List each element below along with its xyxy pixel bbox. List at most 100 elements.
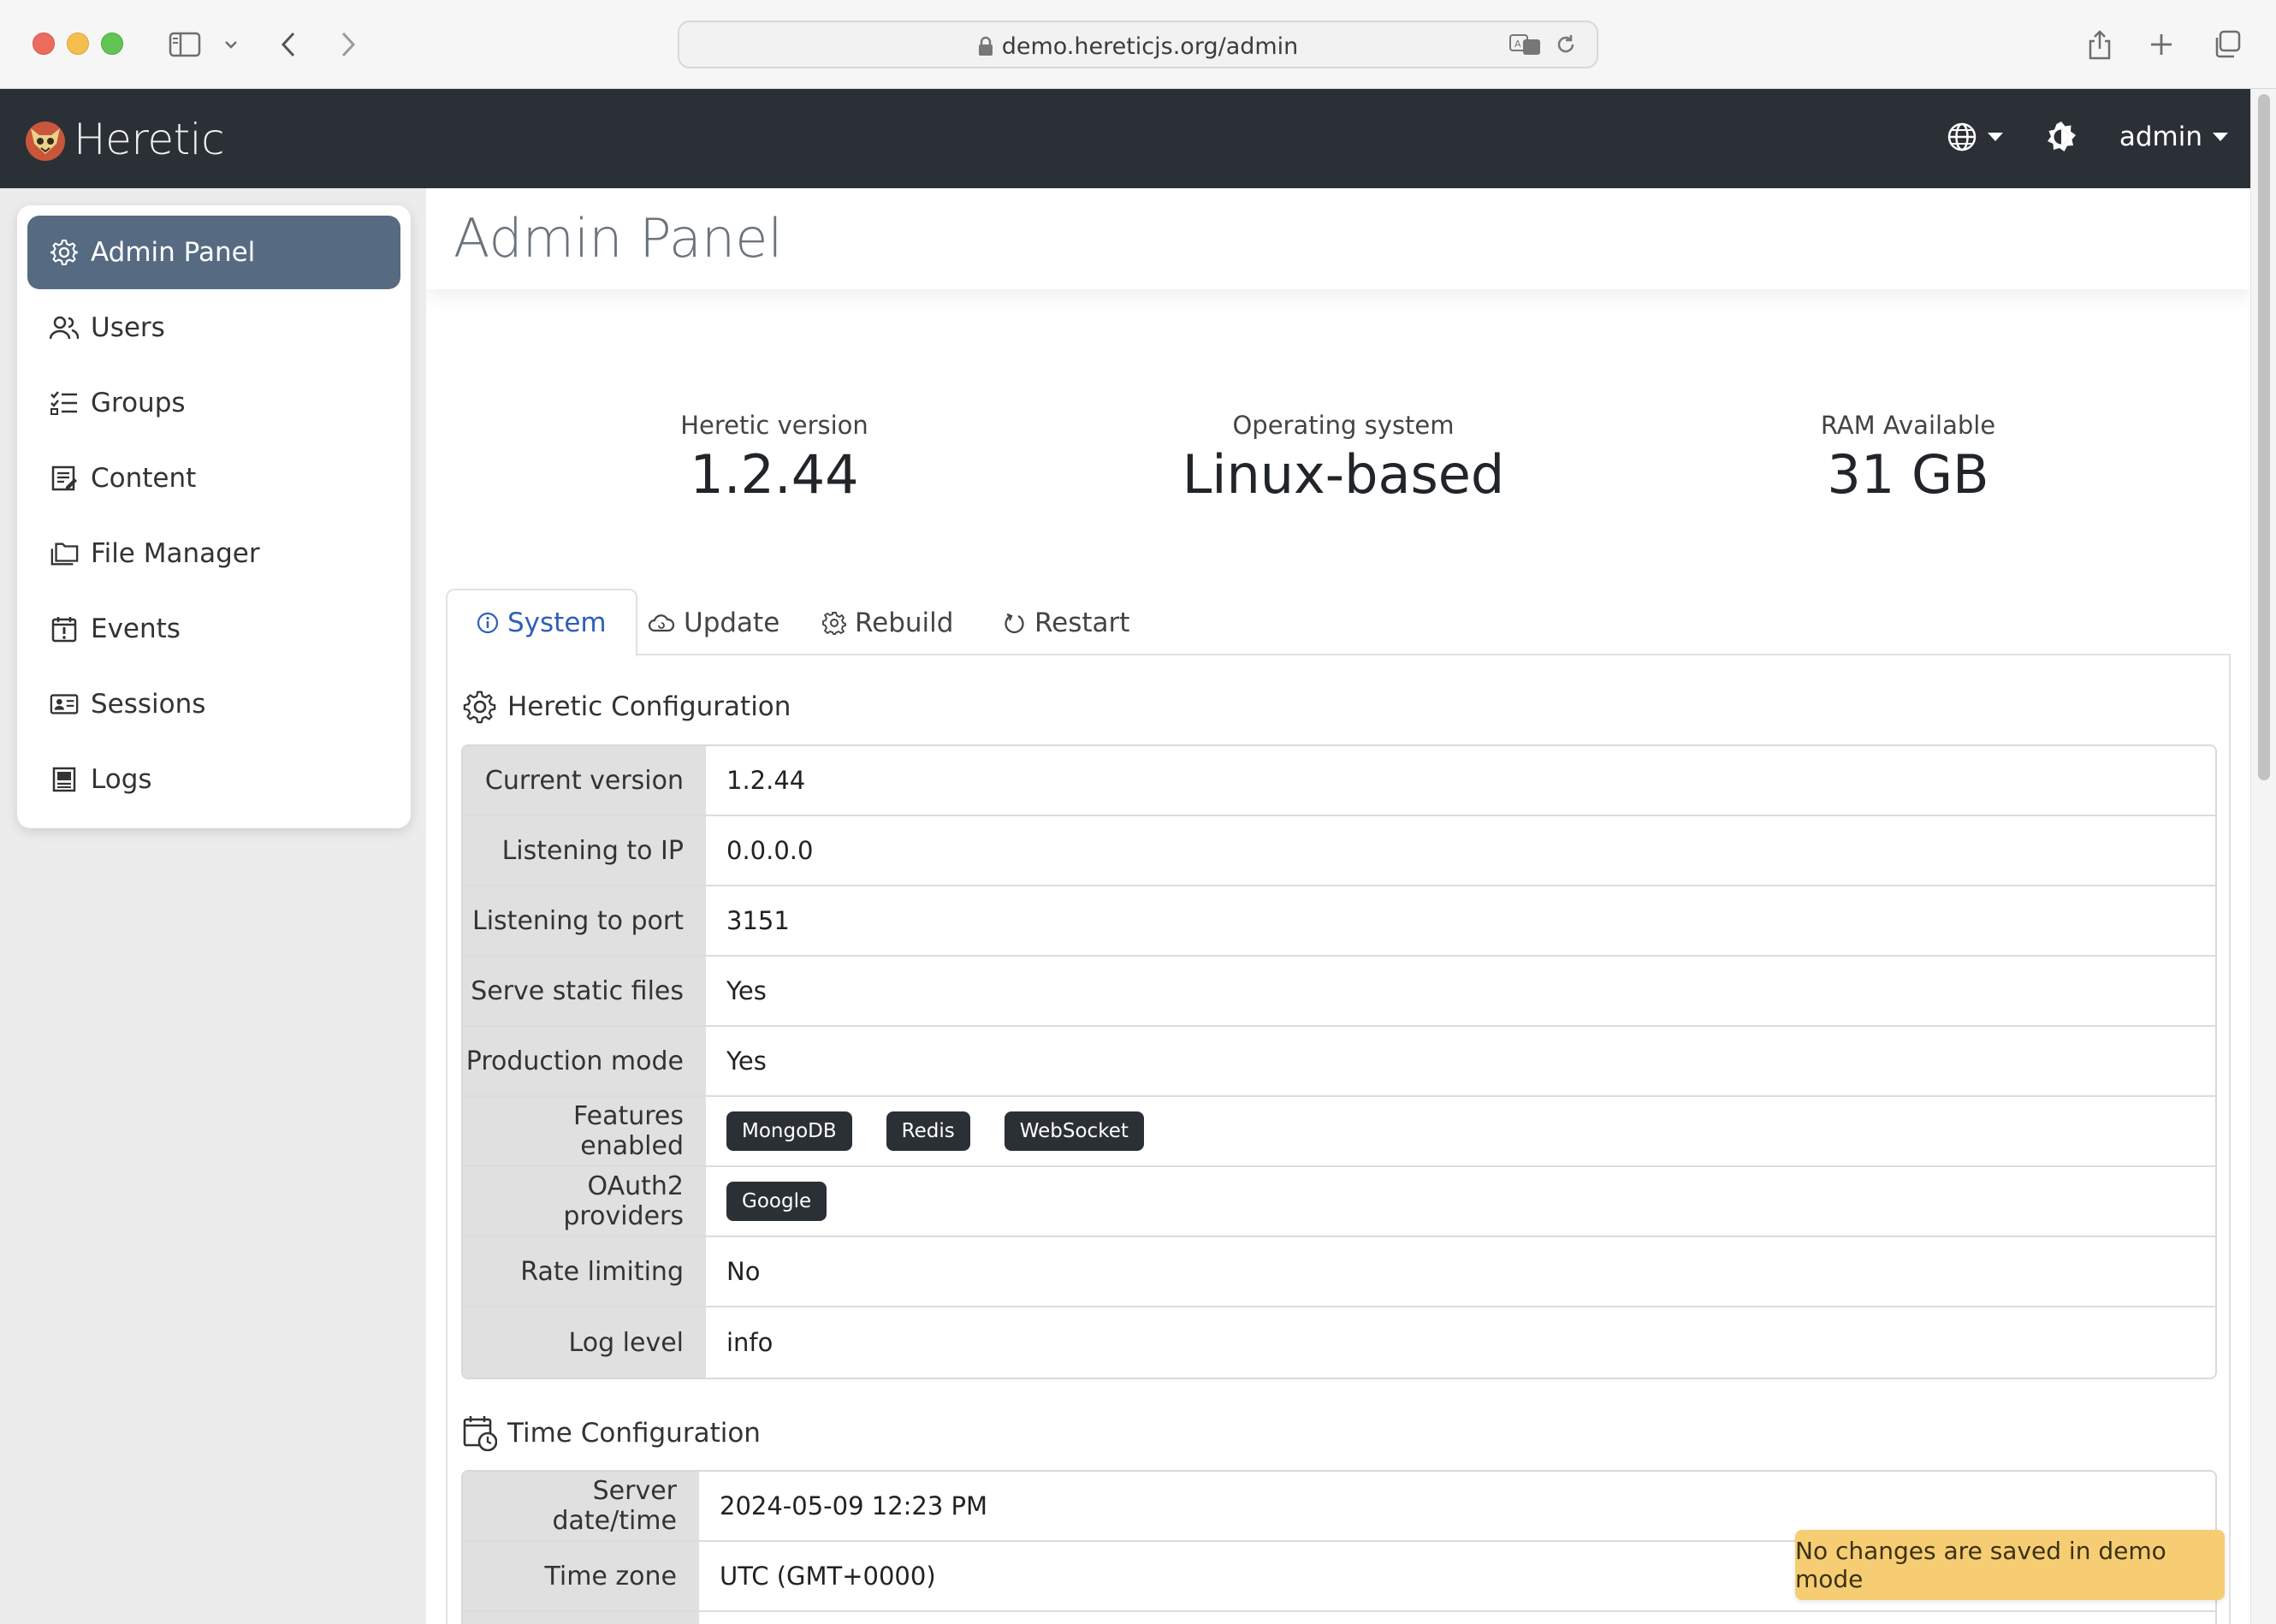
stat-value: Linux-based (1182, 443, 1505, 506)
table-row: Log level info (463, 1307, 2215, 1378)
users-icon (50, 313, 79, 342)
config-value-text: 3151 (726, 906, 790, 935)
share-icon[interactable] (2084, 26, 2115, 63)
close-window-button[interactable] (33, 33, 55, 55)
tab-label: Update (684, 608, 780, 638)
config-value: info (706, 1307, 2215, 1378)
config-value-text: Yes (726, 1046, 767, 1076)
scrollbar-thumb[interactable] (2258, 94, 2270, 780)
config-value: Google (706, 1167, 2215, 1236)
config-value-text: 2024-05-09 12:23 PM (720, 1491, 988, 1520)
reload-icon[interactable] (1554, 33, 1578, 60)
config-key: Server date/time (463, 1472, 699, 1540)
user-menu-dropdown[interactable]: admin (2119, 122, 2228, 152)
stat-value: 31 GB (1827, 443, 1989, 506)
sidebar-item-logs[interactable]: Logs (27, 743, 400, 816)
chevron-down-icon (2213, 133, 2228, 141)
sidebar: Admin Panel Users Groups Content File Ma… (0, 188, 426, 1624)
feature-badge-websocket: WebSocket (1004, 1111, 1144, 1151)
config-value: Yes (706, 957, 2215, 1025)
minimize-window-button[interactable] (67, 33, 89, 55)
table-row: Serve static files Yes (463, 957, 2215, 1027)
tab-update[interactable]: Update (648, 589, 779, 657)
heretic-config-table: Current version 1.2.44 Listening to IP 0… (461, 744, 2217, 1379)
main-content: Admin Panel Heretic version 1.2.44 Opera… (426, 188, 2250, 1624)
info-icon (477, 612, 499, 634)
address-bar[interactable]: demo.hereticjs.org/admin A (678, 21, 1598, 68)
config-key: Log level (463, 1307, 706, 1378)
sidebar-item-content[interactable]: Content (27, 442, 400, 515)
page-title: Admin Panel (453, 207, 783, 270)
tab-overview-icon[interactable] (2211, 26, 2243, 63)
brand-link[interactable]: Heretic (24, 115, 225, 164)
svg-text:A: A (1514, 39, 1521, 50)
table-row: Listening to IP 0.0.0.0 (463, 816, 2215, 886)
theme-toggle[interactable] (2044, 120, 2078, 154)
sidebar-item-sessions[interactable]: Sessions (27, 667, 400, 741)
chevron-down-icon[interactable] (219, 26, 243, 63)
fullscreen-window-button[interactable] (101, 33, 123, 55)
page-scrollbar[interactable] (2250, 89, 2276, 1624)
sidebar-item-label: Logs (91, 764, 152, 795)
list-check-icon (50, 388, 79, 418)
config-value-text: Yes (726, 976, 767, 1005)
config-value-text: UTC (GMT+0000) (720, 1562, 936, 1591)
demo-mode-toast: No changes are saved in demo mode (1795, 1530, 2225, 1600)
gear-icon (50, 238, 79, 267)
table-row: Current version 1.2.44 (463, 746, 2215, 816)
feature-badge-redis: Redis (886, 1111, 970, 1151)
config-value: 1.2.44 (706, 746, 2215, 815)
config-value-text: No (726, 1257, 761, 1286)
feature-badge-mongodb: MongoDB (726, 1111, 852, 1151)
browser-toolbar: demo.hereticjs.org/admin A (0, 0, 2276, 89)
stat-label: Operating system (1232, 411, 1455, 440)
config-value (699, 1612, 2215, 1624)
config-value: 3151 (706, 886, 2215, 955)
sidebar-item-file-manager[interactable]: File Manager (27, 517, 400, 590)
config-value: Yes (706, 1027, 2215, 1095)
language-dropdown[interactable] (1947, 122, 2003, 152)
gear-icon (463, 690, 496, 724)
table-row: Features enabled MongoDB Redis WebSocket (463, 1097, 2215, 1167)
sidebar-item-groups[interactable]: Groups (27, 366, 400, 440)
sidebar-item-label: Events (91, 613, 181, 644)
tab-pane-system: Heretic Configuration Current version 1.… (446, 655, 2231, 1624)
page-header: Admin Panel (426, 188, 2250, 289)
translate-icon[interactable]: A (1509, 33, 1542, 60)
tab-label: System (507, 608, 607, 638)
sidebar-item-admin-panel[interactable]: Admin Panel (27, 216, 400, 289)
new-tab-icon[interactable] (2146, 26, 2177, 63)
tab-system[interactable]: System (446, 589, 637, 657)
sidebar-item-label: Groups (91, 388, 186, 418)
sidebar-item-label: Sessions (91, 689, 206, 720)
tab-rebuild[interactable]: Rebuild (822, 589, 953, 657)
document-icon (50, 464, 79, 493)
back-icon[interactable] (276, 26, 301, 63)
tab-label: Rebuild (855, 608, 954, 638)
stat-heretic-version: Heretic version 1.2.44 (518, 411, 1031, 506)
sidebar-item-events[interactable]: Events (27, 592, 400, 666)
stat-label: RAM Available (1820, 411, 1996, 440)
config-key: Listening to port (463, 886, 706, 955)
sidebar-item-users[interactable]: Users (27, 291, 400, 365)
config-value: 0.0.0.0 (706, 816, 2215, 885)
url-text: demo.hereticjs.org/admin (1001, 33, 1299, 60)
calendar-clock-icon (463, 1416, 497, 1451)
stat-operating-system: Operating system Linux-based (1087, 411, 1600, 506)
app-navbar: Heretic admin (0, 89, 2250, 188)
sidebar-item-label: File Manager (91, 538, 260, 569)
gears-icon (822, 612, 846, 635)
config-key: Rate limiting (463, 1237, 706, 1306)
forward-icon[interactable] (335, 26, 361, 63)
sidebar-item-label: Content (91, 463, 197, 494)
tab-restart[interactable]: Restart (1004, 589, 1129, 657)
config-key: Time zone (463, 1542, 699, 1610)
id-card-icon (50, 690, 79, 719)
config-key: Production mode (463, 1027, 706, 1095)
config-key: Listening to IP (463, 816, 706, 885)
log-icon (50, 765, 79, 794)
sidebar-toggle-icon[interactable] (166, 26, 204, 63)
restart-icon (1005, 613, 1024, 633)
tab-label: Restart (1034, 608, 1130, 638)
config-value-text: info (726, 1328, 773, 1357)
